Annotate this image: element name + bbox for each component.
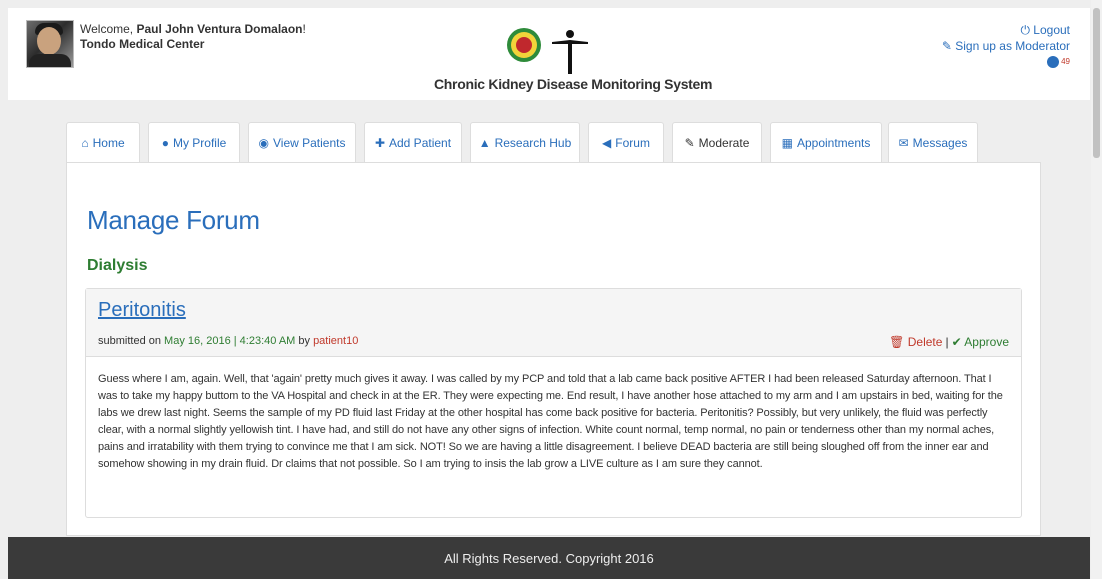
tab-moderate[interactable]: ✎ Moderate [672,122,762,162]
globe-icon [1047,56,1060,68]
graduation-cap-icon: ▲ [478,135,491,150]
signup-label: Sign up as Moderator [955,39,1070,53]
tab-my-profile[interactable]: ● My Profile [148,122,240,162]
user-name: Paul John Ventura Domalaon [136,22,303,36]
header: Welcome, Paul John Ventura Domalaon! Ton… [8,8,1090,100]
tab-panel: Manage Forum Dialysis Peritonitis submit… [66,162,1041,536]
human-figure-icon [552,30,588,74]
section-title: Dialysis [87,257,148,274]
globe-count: 49 [1061,57,1070,66]
logout-link[interactable]: ⏻ Logout [942,22,1070,38]
forum-post: Peritonitis submitted on May 16, 2016 | … [85,288,1022,518]
approve-button[interactable]: ✔ Approve [952,335,1009,349]
main-content: ⌂ Home ● My Profile ◉ View Patients ✚ Add Pa… [66,120,1041,536]
logo [498,28,618,78]
welcome-prefix: Welcome, [80,22,137,36]
trash-icon: 🗑 [889,335,905,349]
copyright-text: All Rights Reserved. Copyright 2016 [444,550,654,566]
power-icon: ⏻ [1020,23,1030,37]
envelope-icon: ✉ [898,135,909,150]
tab-bar: ⌂ Home ● My Profile ◉ View Patients ✚ Add Pa… [66,120,1041,162]
post-body: Guess where I am, again. Well, that 'aga… [98,373,1003,470]
megaphone-icon: ◀ [602,135,612,150]
post-meta: submitted on May 16, 2016 | 4:23:40 AM b… [98,335,359,347]
society-seal-icon [507,28,541,62]
delete-button[interactable]: 🗑 Delete [889,335,942,349]
page-title: Manage Forum [87,205,260,235]
post-date: May 16, 2016 | 4:23:40 AM [164,335,296,347]
signup-moderator-link[interactable]: ✎ Sign up as Moderator [942,38,1070,54]
tab-research-hub[interactable]: ▲ Research Hub [470,122,580,162]
post-author[interactable]: patient10 [313,335,358,347]
pencil-icon: ✎ [941,39,952,53]
globe-notification[interactable]: 49 [1047,54,1070,70]
action-separator: | [945,335,949,349]
system-title: Chronic Kidney Disease Monitoring System [434,76,713,92]
home-icon: ⌂ [81,135,89,150]
account-links: ⏻ Logout ✎ Sign up as Moderator 49 [942,22,1070,72]
footer: All Rights Reserved. Copyright 2016 [8,537,1090,579]
pencil-icon: ✎ [684,135,695,150]
calendar-icon: ▦ [781,135,793,150]
welcome-suffix: ! [302,22,306,36]
tab-view-patients[interactable]: ◉ View Patients [248,122,356,162]
scrollbar[interactable] [1091,0,1102,579]
tab-appointments[interactable]: ▦ Appointments [770,122,882,162]
tab-add-patient[interactable]: ✚ Add Patient [364,122,462,162]
eye-icon: ◉ [258,135,269,150]
post-actions: 🗑 Delete | ✔ Approve [889,335,1009,349]
user-icon: ● [161,135,169,150]
post-title-link[interactable]: Peritonitis [98,299,186,322]
logout-label: Logout [1033,23,1070,37]
post-header: Peritonitis submitted on May 16, 2016 | … [86,289,1021,357]
scrollbar-thumb[interactable] [1093,8,1100,158]
organization-name: Tondo Medical Center [80,37,205,51]
check-icon: ✔ [951,335,962,349]
tab-forum[interactable]: ◀ Forum [588,122,664,162]
plus-icon: ✚ [374,135,385,150]
tab-messages[interactable]: ✉ Messages [888,122,978,162]
avatar [26,20,74,68]
tab-home[interactable]: ⌂ Home [66,122,140,162]
welcome-text: Welcome, Paul John Ventura Domalaon! Ton… [80,22,306,52]
